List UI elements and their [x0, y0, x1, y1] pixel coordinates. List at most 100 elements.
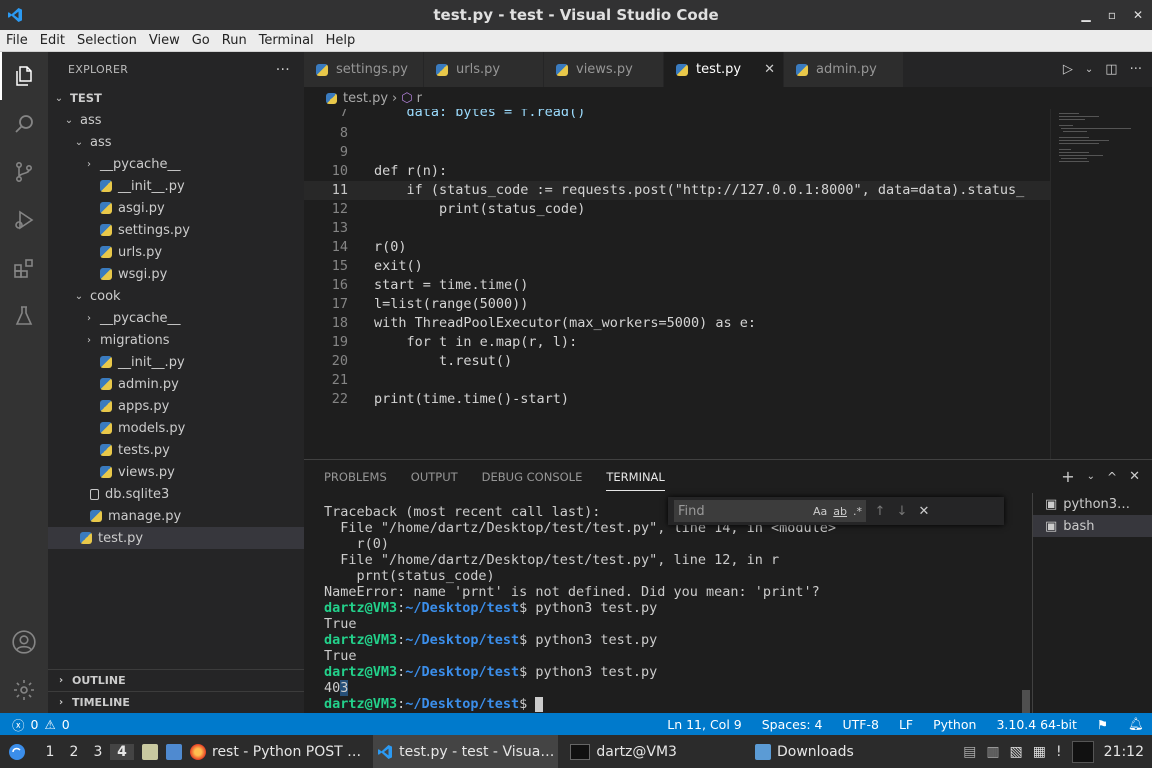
breadcrumb-file[interactable]: test.py: [343, 91, 388, 106]
terminal-item-python[interactable]: ▣ python3…: [1033, 493, 1152, 515]
warning-icon[interactable]: ⚠: [44, 717, 55, 732]
tree-file[interactable]: asgi.py: [48, 197, 304, 219]
indentation[interactable]: Spaces: 4: [762, 717, 823, 732]
python-interpreter[interactable]: 3.10.4 64-bit: [996, 717, 1076, 732]
tree-file[interactable]: manage.py: [48, 505, 304, 527]
timeline-section[interactable]: › TIMELINE: [48, 691, 304, 713]
workspace-4[interactable]: 4: [110, 743, 134, 760]
notes-icon[interactable]: ▧: [1010, 744, 1023, 760]
tab-problems[interactable]: PROBLEMS: [324, 470, 387, 484]
tree-file[interactable]: test.py: [48, 527, 304, 549]
menu-edit[interactable]: Edit: [34, 31, 71, 51]
tree-file[interactable]: __init__.py: [48, 175, 304, 197]
tree-folder[interactable]: › __pycache__: [48, 307, 304, 329]
tree-file[interactable]: urls.py: [48, 241, 304, 263]
end-of-line[interactable]: LF: [899, 717, 913, 732]
outline-section[interactable]: › OUTLINE: [48, 669, 304, 691]
tab-debug-console[interactable]: DEBUG CONSOLE: [482, 470, 583, 484]
terminal-output[interactable]: Traceback (most recent call last): File …: [324, 500, 1024, 714]
tree-file[interactable]: apps.py: [48, 395, 304, 417]
explorer-icon[interactable]: [0, 52, 48, 100]
feedback-icon[interactable]: ⚑: [1097, 717, 1108, 732]
settings-gear-icon[interactable]: [0, 666, 48, 714]
network-icon[interactable]: ▦: [1033, 744, 1046, 760]
menu-terminal[interactable]: Terminal: [253, 31, 320, 51]
tree-root[interactable]: ⌄ TEST: [48, 87, 304, 109]
tab-test[interactable]: test.py ✕: [664, 52, 784, 87]
match-case-icon[interactable]: Aa: [813, 505, 827, 518]
archive-icon[interactable]: ▤: [963, 744, 976, 760]
warning-count[interactable]: 0: [62, 717, 70, 732]
tree-file[interactable]: wsgi.py: [48, 263, 304, 285]
more-actions-icon[interactable]: ···: [1130, 62, 1142, 77]
match-whole-word-icon[interactable]: ab: [833, 505, 847, 518]
previous-match-icon[interactable]: ↑: [872, 504, 888, 519]
close-panel-icon[interactable]: ✕: [1129, 469, 1140, 484]
tree-folder[interactable]: ⌄ ass: [48, 109, 304, 131]
more-actions-icon[interactable]: ···: [276, 62, 290, 78]
new-terminal-icon[interactable]: +: [1061, 467, 1074, 486]
tree-file[interactable]: __init__.py: [48, 351, 304, 373]
minimize-icon[interactable]: ▁: [1080, 8, 1092, 22]
account-icon[interactable]: [0, 618, 48, 666]
regex-icon[interactable]: .*: [853, 505, 862, 518]
run-python-icon[interactable]: ▷: [1063, 62, 1073, 77]
clipboard-icon[interactable]: ▥: [986, 744, 999, 760]
tree-folder[interactable]: ⌄ ass: [48, 131, 304, 153]
start-menu-icon[interactable]: [0, 735, 34, 768]
error-count[interactable]: 0: [31, 717, 39, 732]
language-mode[interactable]: Python: [933, 717, 976, 732]
show-desktop-icon[interactable]: [162, 735, 186, 768]
alert-icon[interactable]: !: [1056, 744, 1062, 760]
run-debug-icon[interactable]: [0, 196, 48, 244]
close-find-icon[interactable]: ✕: [916, 504, 932, 519]
cpu-monitor-icon[interactable]: [1071, 740, 1094, 763]
tree-file[interactable]: db.sqlite3: [48, 483, 304, 505]
workspace-2[interactable]: 2: [62, 744, 86, 760]
taskbar-window-terminal[interactable]: dartz@VM3: [566, 735, 751, 768]
tree-folder[interactable]: › __pycache__: [48, 153, 304, 175]
close-tab-icon[interactable]: ✕: [764, 62, 775, 77]
extensions-icon[interactable]: [0, 244, 48, 292]
file-manager-icon[interactable]: [138, 735, 162, 768]
tab-admin[interactable]: admin.py: [784, 52, 904, 87]
editor-scrollbar[interactable]: [1138, 109, 1152, 459]
search-icon[interactable]: [0, 100, 48, 148]
breadcrumb-symbol[interactable]: r: [417, 91, 422, 106]
tree-file[interactable]: tests.py: [48, 439, 304, 461]
next-match-icon[interactable]: ↓: [894, 504, 910, 519]
maximize-panel-icon[interactable]: ^: [1107, 470, 1117, 484]
tab-settings[interactable]: settings.py: [304, 52, 424, 87]
clock[interactable]: 21:12: [1104, 744, 1144, 760]
tree-folder[interactable]: › migrations: [48, 329, 304, 351]
minimap[interactable]: [1050, 109, 1138, 459]
menu-help[interactable]: Help: [320, 31, 362, 51]
menu-go[interactable]: Go: [186, 31, 216, 51]
notifications-bell-icon[interactable]: 🔔︎: [1128, 716, 1144, 732]
close-icon[interactable]: ✕: [1132, 8, 1144, 22]
tree-file[interactable]: settings.py: [48, 219, 304, 241]
tab-urls[interactable]: urls.py: [424, 52, 544, 87]
tree-file[interactable]: models.py: [48, 417, 304, 439]
find-input[interactable]: Find Aa ab .*: [674, 500, 866, 522]
workspace-1[interactable]: 1: [38, 744, 62, 760]
menu-selection[interactable]: Selection: [71, 31, 143, 51]
error-icon[interactable]: ⓧ: [12, 715, 25, 734]
chevron-down-icon[interactable]: ⌄: [1085, 64, 1093, 75]
tree-file[interactable]: admin.py: [48, 373, 304, 395]
workspace-3[interactable]: 3: [86, 744, 110, 760]
menu-file[interactable]: File: [0, 31, 34, 51]
terminal-scrollbar[interactable]: [1022, 690, 1030, 714]
tab-views[interactable]: views.py: [544, 52, 664, 87]
tree-file[interactable]: views.py: [48, 461, 304, 483]
tree-folder[interactable]: ⌄ cook: [48, 285, 304, 307]
taskbar-window-downloads[interactable]: Downloads: [751, 735, 858, 768]
menu-view[interactable]: View: [143, 31, 186, 51]
chevron-down-icon[interactable]: ⌄: [1087, 471, 1095, 482]
source-control-icon[interactable]: [0, 148, 48, 196]
testing-icon[interactable]: [0, 292, 48, 340]
maximize-icon[interactable]: ▫: [1106, 8, 1118, 22]
terminal-item-bash[interactable]: ▣ bash: [1033, 515, 1152, 537]
code-editor[interactable]: 7 data: bytes = f.read() 8 9 10 def r(n):…: [304, 109, 1050, 459]
menu-run[interactable]: Run: [216, 31, 253, 51]
